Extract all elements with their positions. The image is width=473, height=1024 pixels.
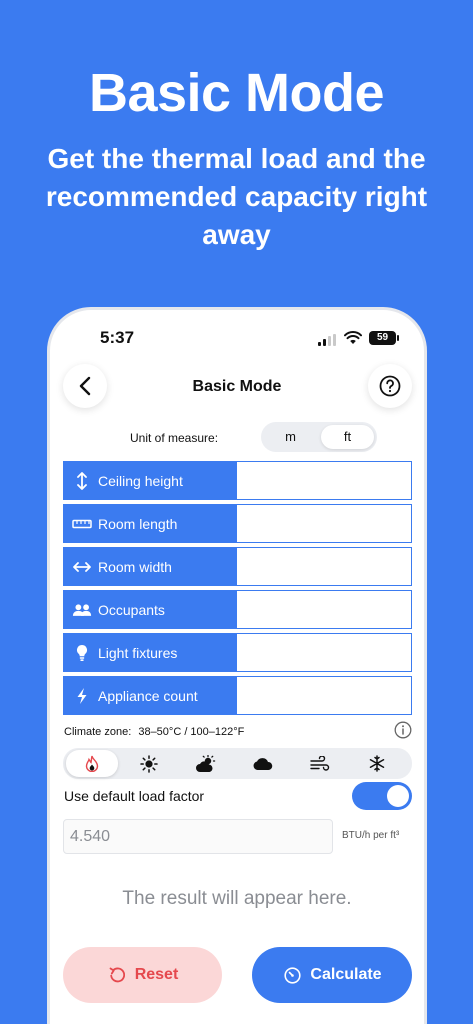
light-fixtures-input[interactable] xyxy=(237,634,411,671)
ceiling-height-input[interactable] xyxy=(237,462,411,499)
climate-zone-row: Climate zone: 38–50°C / 100–122°F xyxy=(64,726,244,738)
cloud-icon xyxy=(253,757,273,770)
field-label: Appliance count xyxy=(64,677,237,714)
hero-subtitle: Get the thermal load and the recommended… xyxy=(45,143,428,250)
room-length-input[interactable] xyxy=(237,505,411,542)
appliance-count-input[interactable] xyxy=(237,677,411,714)
unit-option-m[interactable]: m xyxy=(264,425,317,449)
status-bar: 5:37 59 xyxy=(50,328,424,350)
field-label: Ceiling height xyxy=(64,462,237,499)
flame-icon xyxy=(85,755,99,772)
room-length-label: Room length xyxy=(98,515,178,532)
reset-button[interactable]: Reset xyxy=(63,947,222,1003)
people-icon xyxy=(72,600,92,620)
light-fixtures-label: Light fixtures xyxy=(98,644,178,661)
battery-icon: 59 xyxy=(369,331,399,345)
climate-zone-option[interactable] xyxy=(180,750,232,777)
result-placeholder: The result will appear here. xyxy=(122,888,352,909)
status-time: 5:37 xyxy=(100,328,135,347)
field-label: Light fixtures xyxy=(64,634,237,671)
help-button[interactable] xyxy=(368,364,412,408)
room-width-input[interactable] xyxy=(237,548,411,585)
room-width-label: Room width xyxy=(98,558,172,575)
unit-option-ft[interactable]: ft xyxy=(321,425,374,449)
calculate-button[interactable]: Calculate xyxy=(252,947,412,1003)
calculate-label: Calculate xyxy=(310,966,382,983)
room-width-field: Room width xyxy=(63,547,412,586)
ceiling-height-field: Ceiling height xyxy=(63,461,412,500)
phone-frame: 5:37 59 Basic Mode Unit of measure: m ft xyxy=(47,307,427,1024)
ceiling-height-label: Ceiling height xyxy=(98,472,183,489)
bolt-icon xyxy=(72,686,92,706)
load-factor-input[interactable]: 4.540 xyxy=(63,819,333,854)
climate-zone-value: 38–50°C / 100–122°F xyxy=(138,726,245,738)
room-length-field: Room length xyxy=(63,504,412,543)
climate-zone-option[interactable] xyxy=(294,750,346,777)
default-load-factor-toggle[interactable] xyxy=(352,782,412,810)
unit-label: Unit of measure: xyxy=(130,431,219,445)
field-label: Room width xyxy=(64,548,237,585)
horizontal-arrows-icon xyxy=(72,557,92,577)
occupants-input[interactable] xyxy=(237,591,411,628)
climate-zone-label: Climate zone: xyxy=(64,726,132,738)
sun-cloud-icon xyxy=(196,754,216,772)
climate-zone-option[interactable] xyxy=(351,750,403,777)
info-icon[interactable] xyxy=(394,721,412,739)
climate-zone-selector xyxy=(63,748,412,779)
appliance-count-label: Appliance count xyxy=(98,687,198,704)
default-load-factor-label: Use default load factor xyxy=(64,788,205,804)
reset-label: Reset xyxy=(134,966,179,983)
question-circle-icon xyxy=(379,375,401,397)
wind-icon xyxy=(310,755,330,771)
vertical-arrows-icon xyxy=(72,471,92,491)
field-label: Occupants xyxy=(64,591,237,628)
appliance-count-field: Appliance count xyxy=(63,676,412,715)
climate-zone-option[interactable] xyxy=(123,750,175,777)
lightbulb-icon xyxy=(72,643,92,663)
light-fixtures-field: Light fixtures xyxy=(63,633,412,672)
gauge-icon xyxy=(282,965,302,985)
snowflake-icon xyxy=(369,755,385,772)
sun-icon xyxy=(140,754,158,773)
wifi-icon xyxy=(344,331,362,344)
unit-segmented-control: m ft xyxy=(261,422,377,452)
field-label: Room length xyxy=(64,505,237,542)
ruler-icon xyxy=(72,514,92,534)
climate-zone-option[interactable] xyxy=(237,750,289,777)
hero-title: Basic Mode xyxy=(88,63,385,123)
cellular-signal-icon xyxy=(318,334,338,346)
load-factor-unit: BTU/h per ft³ xyxy=(342,830,400,841)
occupants-label: Occupants xyxy=(98,601,165,618)
occupants-field: Occupants xyxy=(63,590,412,629)
climate-zone-option[interactable] xyxy=(66,750,118,777)
reset-icon xyxy=(107,965,127,985)
